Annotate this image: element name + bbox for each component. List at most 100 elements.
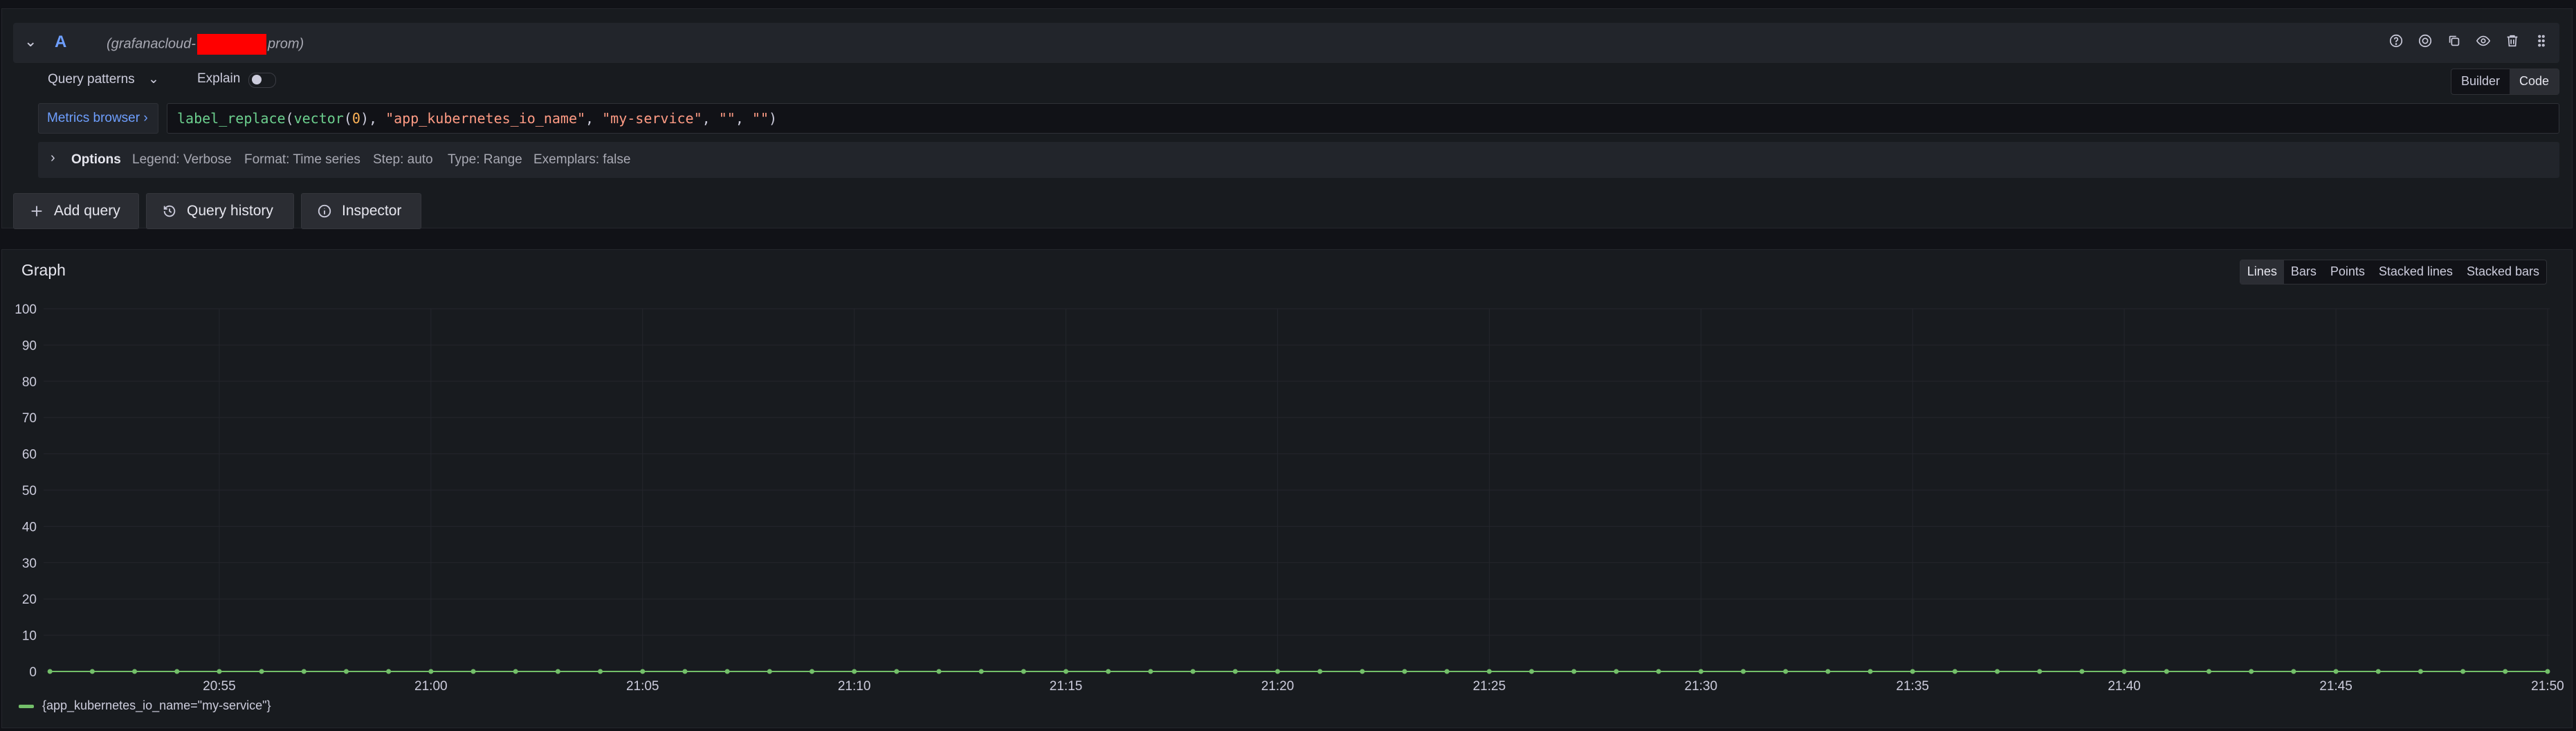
data-point <box>978 669 984 674</box>
data-point <box>343 669 349 674</box>
data-point <box>1360 669 1365 674</box>
x-tick-label: 21:20 <box>1261 679 1295 693</box>
explain-label: Explain <box>197 71 241 86</box>
data-point <box>1317 669 1323 674</box>
data-point <box>2545 669 2550 674</box>
data-point <box>471 669 476 674</box>
inspector-button[interactable]: Inspector <box>301 193 421 229</box>
data-point <box>2503 669 2508 674</box>
query-row-header: ⌄ A (grafanacloud-prom) <box>13 23 2559 63</box>
y-tick-label: 100 <box>15 303 37 317</box>
x-tick-label: 21:40 <box>2108 679 2141 693</box>
code-mode-button[interactable]: Code <box>2509 69 2559 94</box>
data-point <box>1402 669 1407 674</box>
inspector-label: Inspector <box>342 203 402 219</box>
datasource-name: (grafanacloud-prom) <box>107 34 304 55</box>
data-point <box>1063 669 1069 674</box>
code-token-string: "my-service" <box>602 110 702 127</box>
data-point <box>1148 669 1153 674</box>
data-point <box>217 669 222 674</box>
data-point <box>1656 669 1661 674</box>
data-point <box>640 669 646 674</box>
duplicate-icon[interactable] <box>2446 33 2463 49</box>
query-patterns-dropdown[interactable]: Query patterns ⌄ <box>48 71 159 87</box>
trash-icon[interactable] <box>2504 33 2521 49</box>
graph-plot[interactable]: 0 10 20 30 40 50 60 70 80 90 100 20:55 21:00 21:05 21:… <box>2 250 2570 693</box>
data-point <box>1529 669 1535 674</box>
data-point <box>2249 669 2254 674</box>
query-code-input[interactable]: label_replace(vector(0), "app_kubernetes… <box>167 103 2559 134</box>
query-row-actions <box>2388 33 2550 49</box>
chevron-down-icon: ⌄ <box>147 72 159 87</box>
data-point <box>259 669 264 674</box>
y-tick-label: 40 <box>22 520 37 534</box>
datasource-prefix: (grafanacloud- <box>107 36 196 52</box>
x-tick-label: 21:00 <box>414 679 448 693</box>
data-point <box>1232 669 1238 674</box>
data-point <box>1995 669 2000 674</box>
add-query-label: Add query <box>54 203 120 219</box>
data-point <box>2418 669 2423 674</box>
data-point <box>513 669 518 674</box>
x-tick-label: 21:45 <box>2319 679 2353 693</box>
data-point <box>936 669 942 674</box>
query-history-label: Query history <box>187 203 273 219</box>
chevron-right-icon: › <box>51 150 55 165</box>
query-editor-row: Metrics browser › label_replace(vector(0… <box>38 103 2559 134</box>
data-point <box>1952 669 1957 674</box>
redacted-block <box>197 34 266 55</box>
data-point <box>132 669 138 674</box>
query-toolbar: Query patterns ⌄ Explain Builder Code <box>13 69 2559 95</box>
data-point <box>2206 669 2211 674</box>
builder-mode-button[interactable]: Builder <box>2451 69 2510 94</box>
data-point <box>809 669 814 674</box>
option-type: Type: Range <box>448 152 522 167</box>
query-options-icon[interactable] <box>2417 33 2433 49</box>
data-point <box>1571 669 1577 674</box>
drag-handle-icon[interactable] <box>2533 33 2550 49</box>
graph-legend[interactable]: {app_kubernetes_io_name="my-service"} <box>19 698 271 713</box>
y-tick-label: 10 <box>22 629 37 644</box>
metrics-browser-label: Metrics browser <box>47 111 140 125</box>
data-point <box>1614 669 1619 674</box>
data-point <box>767 669 772 674</box>
option-step: Step: auto <box>373 152 433 167</box>
data-point <box>724 669 730 674</box>
data-point <box>1106 669 1111 674</box>
query-patterns-label: Query patterns <box>48 72 135 87</box>
data-point <box>1275 669 1280 674</box>
add-query-button[interactable]: Add query <box>13 193 139 229</box>
data-point <box>2121 669 2127 674</box>
query-options-row[interactable]: › Options Legend: Verbose Format: Time s… <box>38 142 2559 178</box>
x-tick-label: 21:15 <box>1050 679 1083 693</box>
y-tick-label: 90 <box>22 339 37 353</box>
x-tick-label: 21:30 <box>1685 679 1718 693</box>
y-tick-label: 60 <box>22 448 37 462</box>
data-point <box>1910 669 1915 674</box>
y-tick-label: 20 <box>22 593 37 607</box>
help-icon[interactable] <box>2388 33 2404 49</box>
history-icon <box>163 205 176 217</box>
data-point <box>2079 669 2085 674</box>
data-point <box>1740 669 1746 674</box>
collapse-chevron-icon[interactable]: ⌄ <box>24 33 37 51</box>
chevron-right-icon: › <box>143 111 148 125</box>
eye-icon[interactable] <box>2475 33 2492 49</box>
data-point <box>2037 669 2043 674</box>
data-point <box>1783 669 1789 674</box>
editor-mode-switch: Builder Code <box>2450 69 2559 95</box>
data-point <box>2333 669 2339 674</box>
code-token-string: "app_kubernetes_io_name" <box>385 110 586 127</box>
x-tick-label: 21:05 <box>626 679 659 693</box>
data-point <box>1486 669 1492 674</box>
options-title: Options <box>71 152 121 167</box>
metrics-browser-button[interactable]: Metrics browser › <box>38 103 158 134</box>
data-point <box>682 669 688 674</box>
data-point <box>555 669 560 674</box>
data-point <box>598 669 603 674</box>
query-history-button[interactable]: Query history <box>146 193 294 229</box>
data-point <box>174 669 180 674</box>
explain-toggle[interactable] <box>248 73 276 88</box>
query-ref-id[interactable]: A <box>55 33 66 52</box>
x-tick-label: 21:35 <box>1896 679 1929 693</box>
